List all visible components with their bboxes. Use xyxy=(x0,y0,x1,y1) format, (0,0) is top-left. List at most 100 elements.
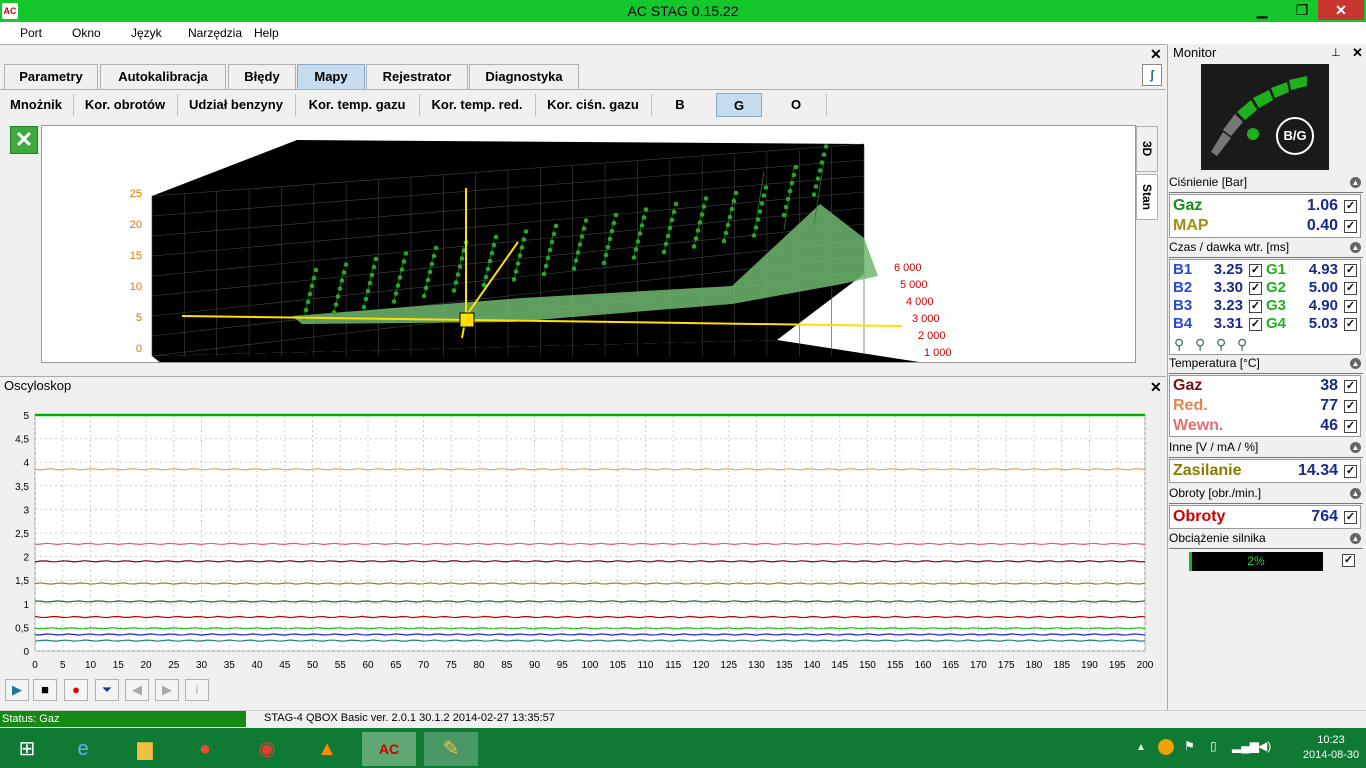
oscilloscope-title: Oscyloskop xyxy=(4,378,72,393)
stop-button[interactable]: ■ xyxy=(33,679,57,701)
subtab-g[interactable]: G xyxy=(716,93,762,117)
inj-g-checkbox[interactable]: ✓ xyxy=(1344,264,1357,277)
subtab-udzial-benzyny[interactable]: Udział benzyny xyxy=(182,93,290,117)
inj-g-checkbox[interactable]: ✓ xyxy=(1344,300,1357,313)
side-tab-stan[interactable]: Stan xyxy=(1136,174,1158,220)
osc-x-tick: 10 xyxy=(85,660,97,671)
inj-b-checkbox[interactable]: ✓ xyxy=(1249,300,1262,313)
map-point xyxy=(427,269,433,275)
map-point xyxy=(603,252,609,258)
map-point xyxy=(451,288,457,293)
subtab-mnoznik[interactable]: Mnożnik xyxy=(4,93,68,117)
menu-narzedzia[interactable]: Narzędzia xyxy=(188,26,242,40)
tray-clock[interactable]: 10:23 2014-08-30 xyxy=(1296,733,1366,763)
osc-x-tick: 200 xyxy=(1137,660,1154,671)
restore-button[interactable]: ❐ xyxy=(1286,0,1318,20)
subtab-kor-temp-red[interactable]: Kor. temp. red. xyxy=(424,93,530,117)
help-icon[interactable]: ʃ xyxy=(1142,64,1162,86)
tabs-divider xyxy=(0,89,1166,90)
battery-icon[interactable]: ▯ xyxy=(1210,739,1217,753)
osc-close-icon[interactable]: ✕ xyxy=(1150,379,1162,396)
osc-x-tick: 180 xyxy=(1026,660,1043,671)
temp-wewn-checkbox[interactable]: ✓ xyxy=(1344,420,1357,433)
inj-b-checkbox[interactable]: ✓ xyxy=(1249,282,1262,295)
osc-y-tick: 2,5 xyxy=(15,529,29,540)
zasilanie-checkbox[interactable]: ✓ xyxy=(1344,465,1357,478)
collapse-icon[interactable]: ▲ xyxy=(1350,242,1361,253)
download-button[interactable]: ⏷ xyxy=(95,679,119,701)
menu-okno[interactable]: Okno xyxy=(72,26,101,40)
osc-x-tick: 105 xyxy=(609,660,626,671)
load-checkbox[interactable]: ✓ xyxy=(1342,554,1355,567)
play-button[interactable]: ▶ xyxy=(5,679,29,701)
collapse-icon[interactable]: ▲ xyxy=(1350,533,1361,544)
signal-icon[interactable]: ▂▄▆ xyxy=(1232,739,1259,753)
windows-start-icon[interactable]: ⊞ xyxy=(0,732,54,766)
pin-icon[interactable]: ⊥ xyxy=(1331,46,1341,59)
tab-rejestrator[interactable]: Rejestrator xyxy=(366,64,468,90)
map-3d-plot[interactable]: 0 5 10 15 20 25 1 000 2 000 3 000 4 000 5 000 6 000 xyxy=(41,125,1136,363)
collapse-icon[interactable]: ▲ xyxy=(1350,358,1361,369)
tray-app-icon[interactable] xyxy=(1158,739,1174,755)
tab-diagnostyka[interactable]: Diagnostyka xyxy=(469,64,579,90)
next-button[interactable]: ▶ xyxy=(155,679,179,701)
tab-parametry[interactable]: Parametry xyxy=(4,64,98,90)
inj-g-checkbox[interactable]: ✓ xyxy=(1344,318,1357,331)
subtab-b[interactable]: B xyxy=(656,93,704,117)
inj-b-checkbox[interactable]: ✓ xyxy=(1249,264,1262,277)
acstag-icon[interactable]: AC xyxy=(362,732,416,766)
tray-arrow-icon[interactable]: ▲ xyxy=(1136,742,1146,753)
subtab-kor-obrotow[interactable]: Kor. obrotów xyxy=(78,93,172,117)
record-button[interactable]: ● xyxy=(64,679,88,701)
temp-gaz-checkbox[interactable]: ✓ xyxy=(1344,380,1357,393)
panel-close-icon[interactable]: ✕ xyxy=(1150,46,1162,63)
close-button[interactable]: ✕ xyxy=(1318,0,1364,20)
inj-b-checkbox[interactable]: ✓ xyxy=(1249,318,1262,331)
prev-button[interactable]: ◀ xyxy=(125,679,149,701)
oscilloscope-plot[interactable]: 0 0,5 1 1,5 2 2,5 3 3,5 4 4,5 5 0 5 10 15 20 25 30 35 40 45 5… xyxy=(0,405,1166,675)
firefox-icon[interactable]: ● xyxy=(178,732,232,766)
minimize-button[interactable]: ▁ xyxy=(1246,0,1278,20)
flag-icon[interactable]: ⚑ xyxy=(1184,739,1195,753)
volume-icon[interactable]: ◀) xyxy=(1258,739,1271,753)
map-point xyxy=(455,272,461,277)
osc-x-tick: 50 xyxy=(307,660,319,671)
vlc-icon[interactable]: ▲ xyxy=(300,732,354,766)
obroty-checkbox[interactable]: ✓ xyxy=(1344,511,1357,524)
inj-g-value: 5.03 xyxy=(1308,315,1338,332)
info-button[interactable]: i xyxy=(185,679,209,701)
subtab-kor-temp-gazu[interactable]: Kor. temp. gazu xyxy=(300,93,414,117)
menu-port[interactable]: Port xyxy=(20,26,42,40)
paint-icon[interactable]: ✎ xyxy=(424,732,478,766)
map-point xyxy=(511,277,517,282)
menu-jezyk[interactable]: Język xyxy=(131,26,162,40)
monitor-close-icon[interactable]: ✕ xyxy=(1352,45,1363,61)
pressure-gaz-checkbox[interactable]: ✓ xyxy=(1344,200,1357,213)
subtab-kor-cisn-gazu[interactable]: Kor. ciśn. gazu xyxy=(540,93,646,117)
menu-help[interactable]: Help xyxy=(254,26,279,40)
subtab-separator xyxy=(73,94,74,116)
osc-x-tick: 30 xyxy=(196,660,208,671)
map-point xyxy=(665,233,671,239)
explorer-icon[interactable]: ▆ xyxy=(118,732,172,766)
osc-x-tick: 165 xyxy=(942,660,959,671)
tab-mapy[interactable]: Mapy xyxy=(297,64,365,90)
ie-icon[interactable]: e xyxy=(56,732,110,766)
pressure-map-checkbox[interactable]: ✓ xyxy=(1344,220,1357,233)
cancel-x-icon[interactable]: ✕ xyxy=(10,126,38,154)
map-point xyxy=(367,280,373,286)
temp-red-checkbox[interactable]: ✓ xyxy=(1344,400,1357,413)
osc-y-tick: 2 xyxy=(23,553,29,564)
inj-g-checkbox[interactable]: ✓ xyxy=(1344,282,1357,295)
subtab-o[interactable]: O xyxy=(770,93,822,117)
collapse-icon[interactable]: ▲ xyxy=(1350,177,1361,188)
temp-wewn-value: 46 xyxy=(1320,417,1338,434)
tab-autokalibracja[interactable]: Autokalibracja xyxy=(100,64,226,90)
tab-bledy[interactable]: Błędy xyxy=(228,64,296,90)
inj-g-label: G4 xyxy=(1266,315,1287,332)
collapse-icon[interactable]: ▲ xyxy=(1350,488,1361,499)
chrome-icon[interactable]: ◉ xyxy=(240,732,294,766)
collapse-icon[interactable]: ▲ xyxy=(1350,442,1361,453)
side-tab-3d[interactable]: 3D xyxy=(1136,126,1158,172)
inj-g-value: 5.00 xyxy=(1308,279,1338,296)
